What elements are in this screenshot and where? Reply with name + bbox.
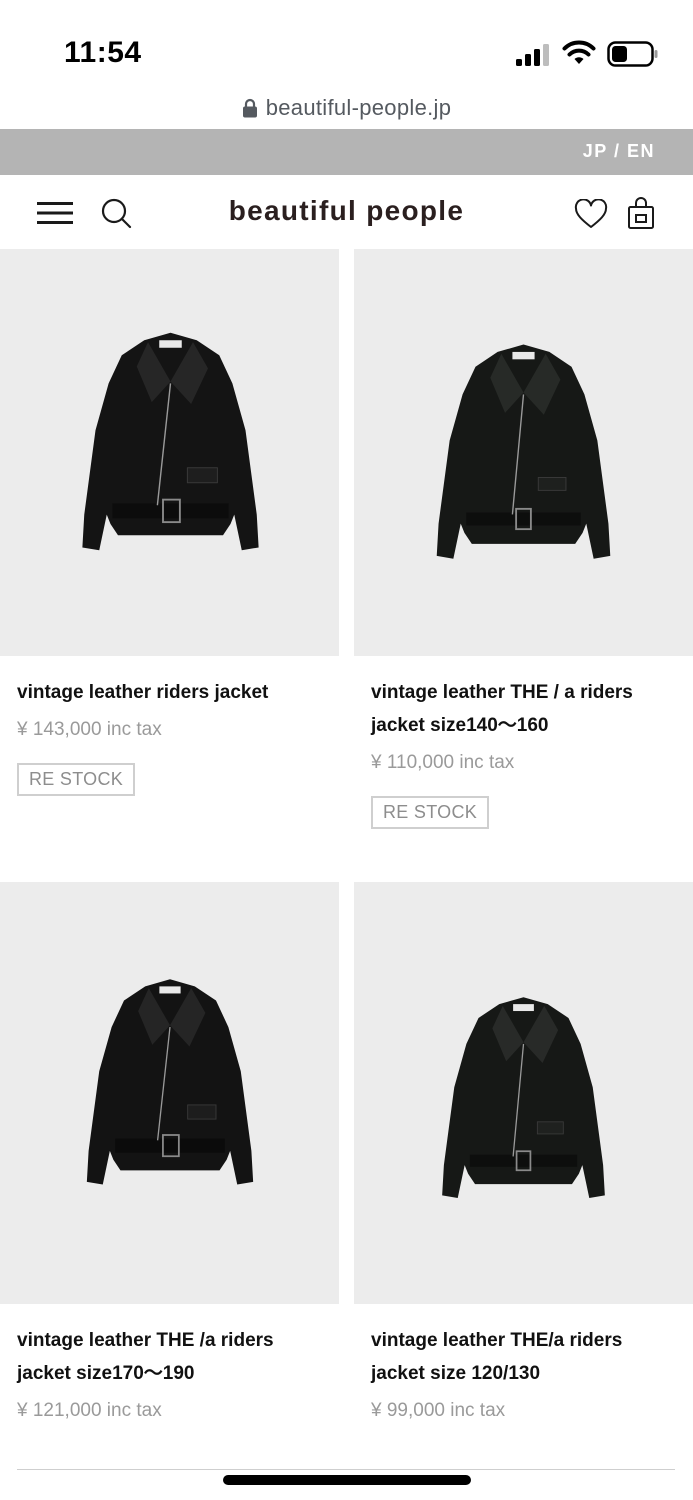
jacket-image xyxy=(82,332,259,551)
heart-icon[interactable] xyxy=(574,199,608,229)
restock-badge: RE STOCK xyxy=(17,763,136,796)
product-name[interactable]: vintage leather riders jacket xyxy=(0,676,339,709)
product-card[interactable]: vintage leather riders jacket ¥ 143,000 … xyxy=(0,249,339,796)
section-divider xyxy=(17,1469,675,1470)
product-price: ¥ 143,000 inc tax xyxy=(17,719,162,740)
home-indicator[interactable] xyxy=(223,1475,471,1485)
language-bar: JP / EN xyxy=(0,129,693,175)
language-switcher[interactable]: JP / EN xyxy=(583,141,655,162)
jacket-image xyxy=(86,979,254,1185)
jacket-image xyxy=(436,344,611,559)
status-time: 11:54 xyxy=(64,36,142,69)
product-name[interactable]: vintage leather THE/a riders jacket size… xyxy=(354,1324,693,1390)
product-name[interactable]: vintage leather THE /a riders jacket siz… xyxy=(0,1324,339,1390)
product-card[interactable]: vintage leather THE / a riders jacket si… xyxy=(354,249,693,829)
product-image[interactable] xyxy=(0,882,339,1304)
product-price: ¥ 99,000 inc tax xyxy=(371,1400,506,1421)
product-card[interactable]: vintage leather THE /a riders jacket siz… xyxy=(0,882,339,1422)
product-image[interactable] xyxy=(354,882,693,1304)
lock-icon xyxy=(242,98,257,118)
wifi-icon xyxy=(562,40,596,64)
product-price: ¥ 121,000 inc tax xyxy=(17,1400,162,1421)
restock-badge: RE STOCK xyxy=(371,796,490,829)
product-card[interactable]: vintage leather THE/a riders jacket size… xyxy=(354,882,693,1422)
battery-icon xyxy=(607,41,658,67)
shopping-bag-icon[interactable] xyxy=(627,196,655,230)
url-text: beautiful-people.jp xyxy=(265,95,452,120)
product-image[interactable] xyxy=(0,249,339,656)
status-bar: 11:54 xyxy=(0,0,693,88)
cellular-signal-icon xyxy=(516,44,549,66)
product-price: ¥ 110,000 inc tax xyxy=(371,752,515,773)
site-header: beautiful people xyxy=(0,175,693,249)
product-image[interactable] xyxy=(354,249,693,656)
product-name[interactable]: vintage leather THE / a riders jacket si… xyxy=(354,676,693,742)
browser-url-bar[interactable]: beautiful-people.jp xyxy=(0,88,693,128)
jacket-image xyxy=(442,997,605,1198)
